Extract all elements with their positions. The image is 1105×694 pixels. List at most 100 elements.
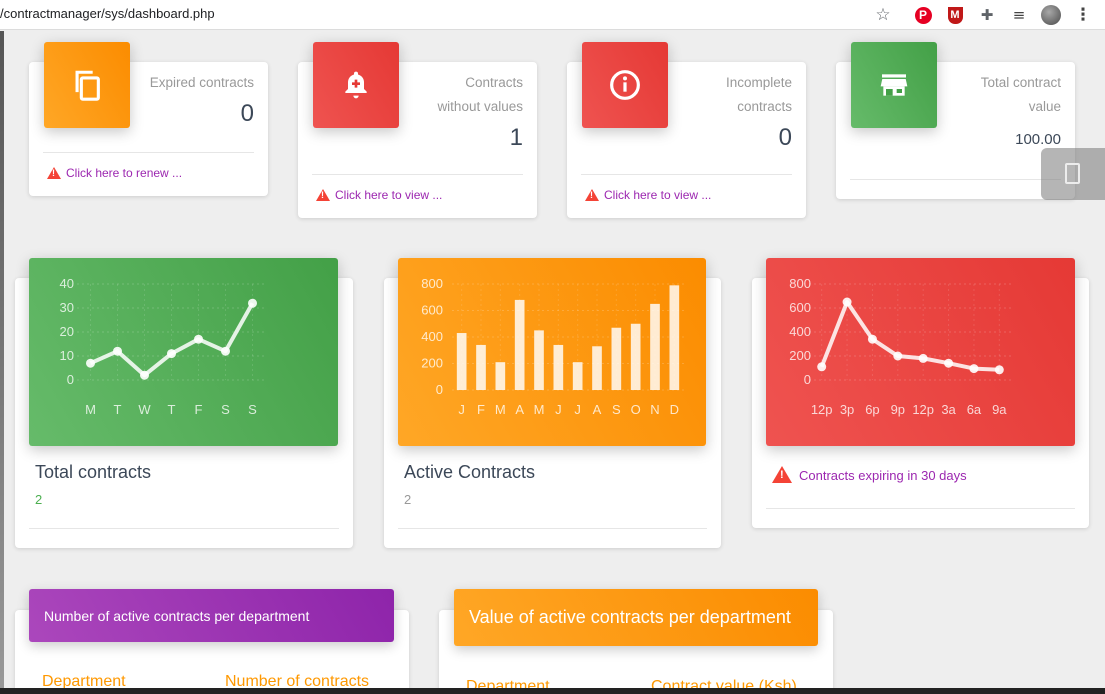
x-tick-label: 9p — [891, 402, 905, 417]
chart-title: Active Contracts — [404, 462, 536, 482]
x-tick-label: J — [574, 402, 581, 417]
bar — [495, 362, 506, 390]
copy-icon — [44, 42, 130, 128]
total-contracts-chart: 0 10 20 30 40 M T W T F S S — [29, 258, 338, 446]
data-point — [248, 298, 257, 308]
pinterest-icon[interactable]: P — [912, 4, 934, 26]
card-divider — [766, 508, 1075, 509]
x-tick-label: A — [515, 402, 524, 417]
x-tick-label: 6p — [865, 402, 879, 417]
y-tick-label: 800 — [421, 276, 443, 291]
store-icon — [851, 42, 937, 128]
bar — [476, 344, 486, 390]
view-incomplete-link[interactable]: Click here to view ... — [585, 188, 711, 202]
card-divider — [312, 174, 523, 175]
card-divider — [29, 528, 339, 529]
view-without-values-link[interactable]: Click here to view ... — [316, 188, 442, 202]
x-tick-label: F — [195, 402, 203, 417]
x-tick-label: D — [670, 402, 679, 417]
x-tick-label: S — [221, 402, 230, 417]
data-point — [842, 297, 852, 307]
window-edge-bottom — [0, 688, 1105, 694]
data-point — [167, 349, 176, 359]
view-link-text[interactable]: Click here to view ... — [335, 188, 442, 202]
active-contracts-bar-chart: 0200400600800J F M A M J J A S O N D — [421, 276, 684, 417]
x-tick-label: N — [650, 402, 659, 417]
expiring-link-text[interactable]: Contracts expiring in 30 days — [799, 468, 967, 483]
chart-subtitle: 2 — [35, 492, 43, 507]
bar — [456, 333, 467, 390]
warning-icon — [47, 167, 61, 179]
x-tick-label: J — [458, 402, 465, 417]
side-widget-button[interactable] — [1041, 148, 1105, 200]
notification-add-icon — [313, 42, 399, 128]
y-tick-label: 10 — [60, 348, 74, 363]
view-link-text[interactable]: Click here to view ... — [604, 188, 711, 202]
menu-dots-icon[interactable]: ⋮ — [1072, 4, 1094, 26]
series-line — [819, 300, 1000, 372]
y-tick-label: 20 — [60, 324, 74, 339]
expiring-contracts-chart: 0 200 400 600 800 12p 3p 6p 9p 12p 3a 6a 9a — [766, 258, 1075, 446]
y-tick-label: 0 — [804, 372, 811, 387]
address-bar-url[interactable]: /contractmanager/sys/dashboard.php — [0, 6, 215, 21]
x-tick-label: 9a — [992, 402, 1007, 417]
data-point — [867, 334, 877, 344]
renew-link-text[interactable]: Click here to renew ... — [66, 166, 182, 180]
y-tick-label: 400 — [789, 324, 811, 339]
bar — [611, 327, 622, 390]
data-point — [918, 353, 928, 363]
x-tick-label: 6a — [967, 402, 982, 417]
x-tick-label: W — [138, 402, 151, 417]
bar — [514, 299, 525, 390]
without-values-label-line2: without values — [437, 99, 523, 114]
star-icon[interactable]: ☆ — [872, 4, 894, 26]
data-point — [817, 362, 827, 372]
warning-icon — [772, 466, 792, 483]
card-divider — [581, 174, 792, 175]
total-contracts-line-chart: 0 10 20 30 40 M T W T F S S — [60, 276, 266, 417]
y-tick-label: 800 — [789, 276, 811, 291]
expiring-link[interactable]: Contracts expiring in 30 days — [772, 466, 967, 483]
data-point — [86, 358, 95, 368]
bar — [553, 344, 564, 390]
bar — [572, 362, 583, 390]
bar — [630, 323, 641, 390]
y-tick-label: 0 — [67, 372, 74, 387]
profile-avatar[interactable] — [1040, 4, 1062, 26]
bar — [534, 330, 544, 390]
y-tick-label: 600 — [789, 300, 811, 315]
total-value-label-line1: Total contract — [980, 75, 1061, 90]
x-tick-label: 3p — [840, 402, 854, 417]
chart-title: Total contracts — [35, 462, 152, 482]
incomplete-label-line1: Incomplete — [725, 75, 792, 90]
data-point — [194, 334, 203, 344]
media-queue-icon[interactable]: ≡ — [1008, 4, 1030, 26]
incomplete-value: 0 — [778, 124, 792, 151]
total-value-amount: 100.00 — [1015, 131, 1061, 148]
x-tick-label: 12p — [811, 402, 833, 417]
x-tick-label: A — [593, 402, 602, 417]
y-tick-label: 400 — [421, 329, 443, 344]
renew-link[interactable]: Click here to renew ... — [47, 166, 182, 180]
extensions-icon[interactable]: ✚ — [976, 4, 998, 26]
mcafee-icon[interactable]: M — [944, 4, 966, 26]
y-tick-label: 0 — [436, 382, 443, 397]
info-icon — [582, 42, 668, 128]
x-tick-label: 12p — [912, 402, 934, 417]
y-tick-label: 30 — [60, 300, 74, 315]
data-point — [944, 358, 954, 368]
data-point — [969, 364, 979, 374]
x-tick-label: M — [534, 402, 545, 417]
y-tick-label: 600 — [421, 303, 443, 318]
without-values-value: 1 — [509, 124, 523, 151]
warning-icon — [585, 189, 599, 201]
x-tick-label: S — [612, 402, 621, 417]
browser-toolbar: /contractmanager/sys/dashboard.php ☆ P M… — [0, 0, 1105, 30]
total-value-label-line2: value — [1028, 99, 1061, 114]
card-divider — [43, 152, 254, 153]
x-tick-label: F — [477, 402, 485, 417]
x-tick-label: J — [555, 402, 562, 417]
y-tick-label: 40 — [60, 276, 74, 291]
x-tick-label: 3a — [941, 402, 956, 417]
bar — [669, 285, 680, 390]
